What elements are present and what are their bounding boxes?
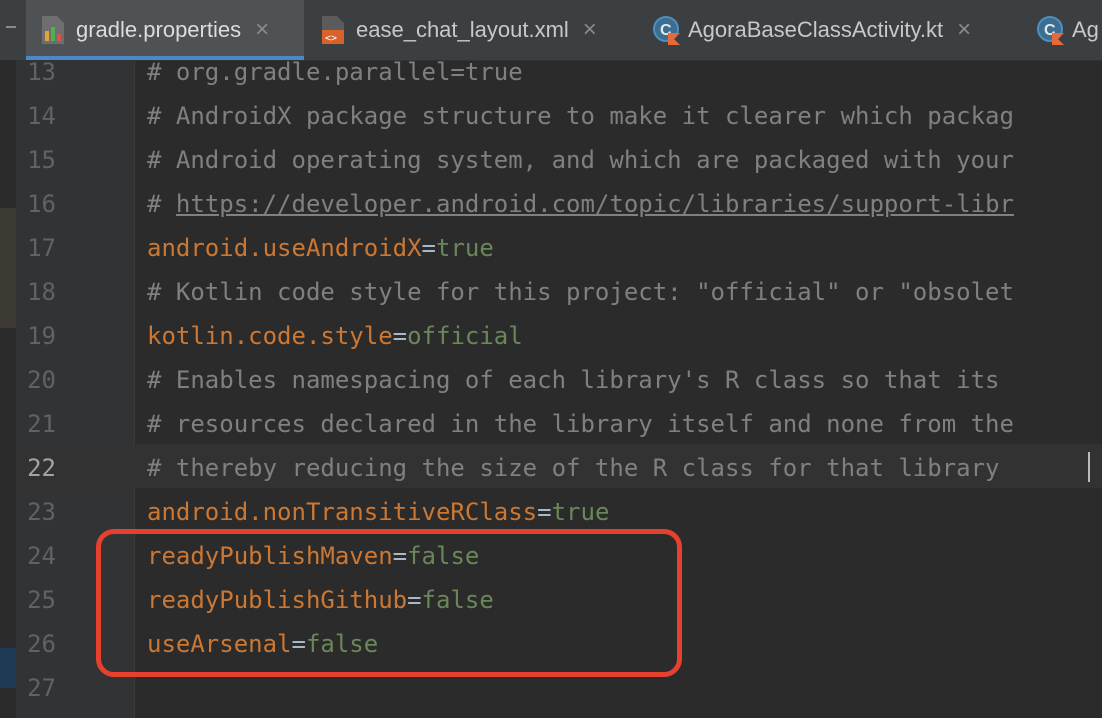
line-number: 20 xyxy=(27,366,56,394)
code-line-comment[interactable]: # AndroidX package structure to make it … xyxy=(147,94,1014,138)
xml-file-icon: <> xyxy=(320,15,346,45)
text-caret xyxy=(1088,452,1090,482)
line-number: 16 xyxy=(27,190,56,218)
code-line-comment[interactable]: # resources declared in the library itse… xyxy=(147,402,1014,446)
strip-marker xyxy=(0,208,16,328)
line-number: 13 xyxy=(27,58,56,86)
tab-label: gradle.properties xyxy=(76,17,242,42)
tab-agora-base-class-activity[interactable]: C AgoraBaseClassActivity.kt × xyxy=(638,0,1022,60)
property-value: true xyxy=(551,498,610,526)
tab-label: ease_chat_layout.xml xyxy=(356,17,569,42)
code-line-property[interactable]: android.nonTransitiveRClass=true xyxy=(147,490,609,534)
equals-sign: = xyxy=(392,322,408,350)
line-number: 19 xyxy=(27,322,56,350)
svg-text:<>: <> xyxy=(325,33,337,44)
line-number: 21 xyxy=(27,410,56,438)
documentation-link[interactable]: https://developer.android.com/topic/libr… xyxy=(176,190,1014,218)
equals-sign: = xyxy=(421,234,436,262)
code-line-comment[interactable]: # org.gradle.parallel=true xyxy=(147,50,523,94)
property-key: kotlin.code.style xyxy=(147,322,393,350)
strip-marker xyxy=(0,648,16,688)
code-line-property[interactable]: kotlin.code.style=official xyxy=(147,314,523,358)
code-line-comment[interactable]: # https://developer.android.com/topic/li… xyxy=(147,182,1014,226)
gradle-properties-icon xyxy=(40,15,66,45)
property-key: android.nonTransitiveRClass xyxy=(147,498,538,526)
equals-sign: = xyxy=(537,498,552,526)
code-line-comment[interactable]: # Kotlin code style for this project: "o… xyxy=(147,270,1014,314)
tab-label: AgoraBaseClassActivity.kt xyxy=(688,17,944,42)
line-number: 27 xyxy=(27,674,56,702)
close-icon[interactable]: × xyxy=(255,18,269,42)
comment-prefix: # xyxy=(147,190,176,218)
close-icon[interactable]: × xyxy=(957,18,971,42)
close-icon[interactable]: × xyxy=(583,18,597,42)
property-value: official xyxy=(407,322,523,350)
left-tool-strip xyxy=(0,60,16,718)
line-number: 24 xyxy=(27,542,56,570)
line-number: 18 xyxy=(27,278,56,306)
line-number: 23 xyxy=(27,498,56,526)
code-line-comment[interactable]: # Enables namespacing of each library's … xyxy=(147,358,1000,402)
tab-label: Ag xyxy=(1072,17,1099,42)
code-line-comment-current[interactable]: # thereby reducing the size of the R cla… xyxy=(147,446,1000,490)
tab-ag-truncated[interactable]: C Ag xyxy=(1022,0,1102,60)
red-annotation-box xyxy=(96,529,682,677)
line-number: 17 xyxy=(27,234,56,262)
kotlin-class-icon: C xyxy=(652,15,680,45)
line-number: 26 xyxy=(27,630,56,658)
line-number: 15 xyxy=(27,146,56,174)
property-key: android.useAndroidX xyxy=(147,234,422,262)
code-line-comment[interactable]: # Android operating system, and which ar… xyxy=(147,138,1014,182)
code-line-property[interactable]: android.useAndroidX=true xyxy=(147,226,494,270)
line-number: 25 xyxy=(27,586,56,614)
line-number-current: 22 xyxy=(27,454,56,482)
property-value: true xyxy=(436,234,494,262)
line-number: 14 xyxy=(27,102,56,130)
kotlin-class-icon: C xyxy=(1036,15,1064,45)
